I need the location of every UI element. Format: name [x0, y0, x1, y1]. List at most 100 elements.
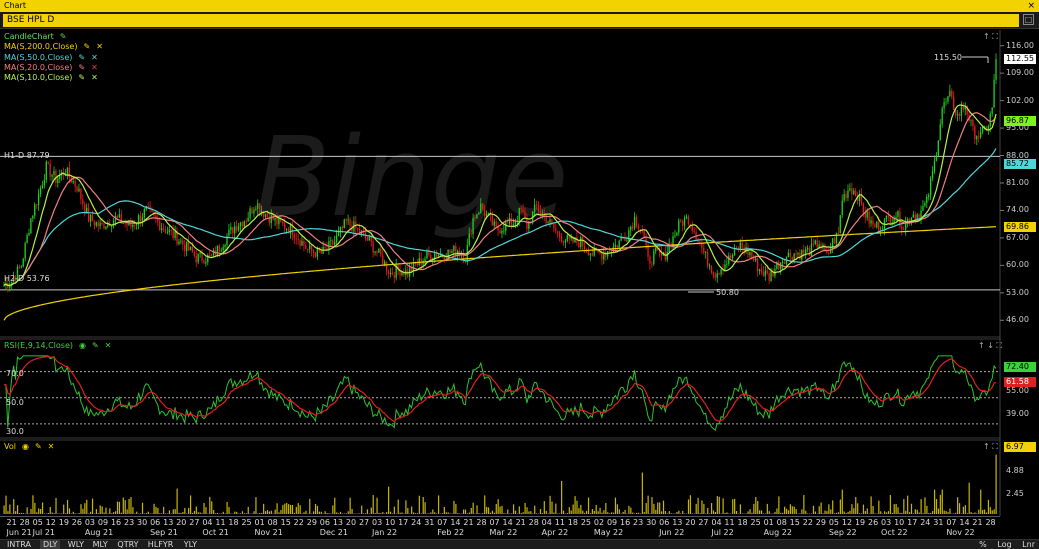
candle-body	[524, 212, 526, 219]
candle-body	[264, 214, 267, 217]
candle-body	[34, 204, 36, 216]
volume-bar	[670, 513, 672, 514]
time-axis-month: Oct 22	[881, 528, 908, 537]
eye-icon[interactable]: ◉	[79, 341, 86, 350]
candle-body	[91, 214, 94, 222]
close-icon[interactable]: ✕	[105, 341, 112, 350]
close-icon[interactable]: ✕	[96, 42, 103, 51]
volume-bar	[261, 512, 263, 514]
percent-scale-button[interactable]: %	[979, 540, 987, 549]
close-icon[interactable]: ✕	[48, 442, 55, 451]
pencil-icon[interactable]: ✎	[83, 42, 90, 51]
candle-body	[724, 264, 726, 271]
volume-bar	[514, 510, 517, 514]
volume-bar	[111, 513, 113, 514]
time-axis-day: 28	[528, 518, 539, 527]
timeframe-dly-button[interactable]: DLY	[40, 540, 61, 549]
candle-body	[764, 270, 766, 276]
legend-ma50[interactable]: MA(S,50.0,Close) ✎ ✕	[4, 53, 98, 62]
time-axis-day: 06	[659, 518, 670, 527]
price-axis-tick: 88.00	[1006, 150, 1029, 160]
log-scale-button[interactable]: Log	[997, 540, 1011, 549]
pencil-icon[interactable]: ✎	[78, 53, 85, 62]
candle-body	[243, 221, 245, 227]
pencil-icon[interactable]: ✎	[92, 341, 99, 350]
volume-bar	[343, 513, 345, 514]
candle-body	[624, 238, 626, 242]
volume-bar	[605, 502, 607, 514]
volume-bar	[914, 509, 916, 514]
candle-body	[868, 211, 870, 224]
timeframe-yly-button[interactable]: YLY	[181, 540, 200, 549]
candle-body	[566, 235, 568, 241]
candle-body	[683, 217, 686, 226]
panel-controls-rsi[interactable]: ↑ ↓ ⛶	[978, 341, 1002, 351]
candle-body	[978, 136, 980, 138]
pencil-icon[interactable]: ✎	[78, 63, 85, 72]
timeframe-mly-button[interactable]: MLY	[90, 540, 111, 549]
legend-ma10[interactable]: MA(S,10.0,Close) ✎ ✕	[4, 73, 98, 82]
candle-body	[297, 238, 299, 240]
panel-controls-volume[interactable]: ↑ ⛶	[983, 442, 998, 452]
chart-canvas[interactable]: Binge	[0, 0, 1039, 549]
price-axis-tick: 60.00	[1006, 260, 1029, 270]
volume-bar	[828, 504, 830, 514]
close-icon[interactable]: ✕	[91, 53, 98, 62]
rsi-axis-tick: 39.00	[1006, 409, 1029, 418]
candle-body	[766, 270, 768, 274]
volume-bar	[611, 512, 613, 514]
time-axis-day: 26	[71, 518, 82, 527]
candle-body	[449, 249, 451, 253]
legend-ma200[interactable]: MA(S,200.0,Close) ✎ ✕	[4, 42, 103, 51]
candle-body	[160, 228, 163, 231]
volume-bar	[209, 496, 211, 514]
time-axis-day: 06	[319, 518, 330, 527]
pencil-icon[interactable]: ✎	[60, 32, 67, 41]
panel-controls-price[interactable]: ↑ ⛶	[983, 32, 998, 42]
candle-body	[22, 258, 24, 267]
volume-bar	[551, 501, 553, 514]
volume-bar	[536, 513, 538, 514]
candle-body	[501, 230, 503, 234]
legend-candlechart[interactable]: CandleChart ✎	[4, 32, 66, 41]
volume-bar	[487, 507, 490, 514]
timeframe-wly-button[interactable]: WLY	[65, 540, 87, 549]
legend-volume[interactable]: Vol ◉ ✎ ✕	[4, 442, 54, 451]
candle-body	[522, 208, 524, 213]
candle-body	[210, 255, 213, 256]
pencil-icon[interactable]: ✎	[78, 73, 85, 82]
close-icon[interactable]: ✕	[91, 63, 98, 72]
close-icon[interactable]: ✕	[91, 73, 98, 82]
timeframe-hlfyr-button[interactable]: HLFYR	[145, 540, 177, 549]
volume-bar	[747, 511, 749, 514]
volume-bar	[864, 511, 866, 514]
candle-body	[931, 171, 934, 179]
candle-body	[378, 248, 380, 253]
volume-bar	[714, 512, 717, 514]
volume-bar	[586, 510, 588, 514]
volume-bar	[530, 511, 532, 514]
legend-ma20[interactable]: MA(S,20.0,Close) ✎ ✕	[4, 63, 98, 72]
linear-scale-button[interactable]: Lnr	[1022, 540, 1035, 549]
candle-body	[310, 245, 313, 251]
candle-body	[816, 240, 818, 248]
time-axis-day: 30	[646, 518, 657, 527]
volume-bar	[84, 503, 86, 514]
volume-bar	[28, 513, 30, 514]
candle-body	[118, 214, 121, 218]
candle-body	[257, 203, 259, 209]
timeframe-intra-button[interactable]: INTRA	[4, 540, 34, 549]
candle-body	[710, 265, 713, 273]
candle-body	[485, 213, 488, 216]
volume-bar	[266, 510, 269, 514]
candle-body	[345, 219, 347, 221]
candle-body	[922, 205, 924, 211]
time-axis-day: 04	[711, 518, 722, 527]
candle-body	[241, 222, 244, 227]
timeframe-qtry-button[interactable]: QTRY	[114, 540, 141, 549]
rsi-level-30: 30.0	[6, 427, 24, 436]
candle-body	[976, 136, 978, 140]
pencil-icon[interactable]: ✎	[35, 442, 42, 451]
eye-icon[interactable]: ◉	[22, 442, 29, 451]
legend-rsi[interactable]: RSI(E,9,14,Close) ◉ ✎ ✕	[4, 341, 111, 350]
